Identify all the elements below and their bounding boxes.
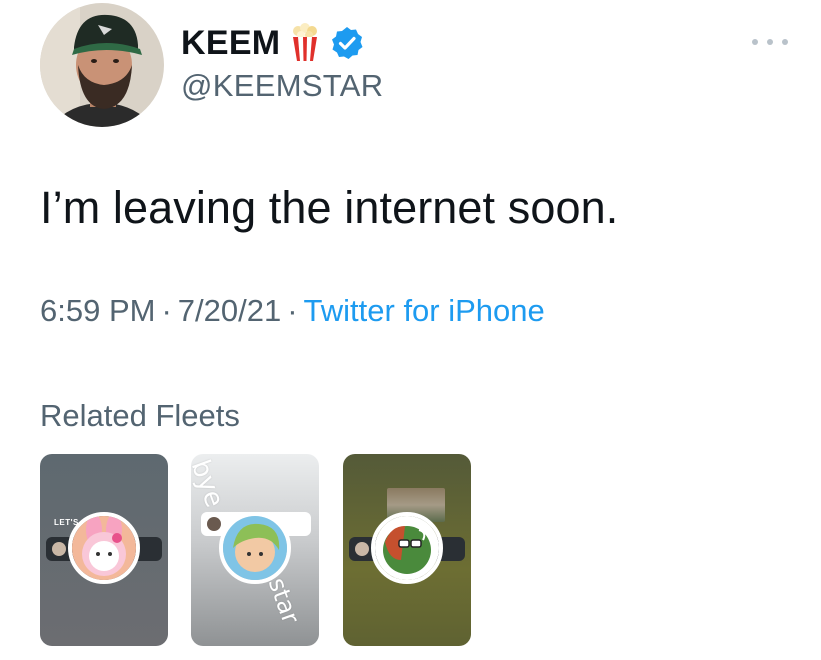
tweet-date[interactable]: 7/20/21 xyxy=(178,293,281,328)
profile-photo xyxy=(40,3,164,127)
fleet-card-1[interactable]: LET'S xyxy=(40,454,168,646)
more-options-button[interactable] xyxy=(752,30,788,54)
profile-avatar[interactable] xyxy=(40,3,164,127)
green-hair-character-avatar xyxy=(219,512,291,584)
popcorn-icon xyxy=(293,23,318,61)
display-name-row[interactable]: KEEM xyxy=(181,20,364,66)
green-ball-character-avatar xyxy=(371,512,443,584)
fleet-scribble-top: bye xyxy=(191,456,230,512)
more-dot-icon xyxy=(752,39,758,45)
meta-separator: · xyxy=(161,293,172,328)
verified-badge-icon xyxy=(332,27,363,59)
related-fleets-title: Related Fleets xyxy=(40,398,240,433)
tweet-source-link[interactable]: Twitter for iPhone xyxy=(304,293,545,328)
fleet-card-2[interactable]: bye star xyxy=(191,454,319,646)
meta-separator: · xyxy=(287,293,298,328)
more-dot-icon xyxy=(767,39,773,45)
display-name[interactable]: KEEM xyxy=(181,24,280,63)
tweet-detail-page: KEEM @KEEMSTAR I’m leaving the internet … xyxy=(0,0,821,660)
user-handle[interactable]: @KEEMSTAR xyxy=(181,68,383,104)
more-dot-icon xyxy=(782,39,788,45)
fleet-scribble-bottom: star xyxy=(262,574,305,628)
tweet-text: I’m leaving the internet soon. xyxy=(40,182,619,233)
fleet-card-3[interactable] xyxy=(343,454,471,646)
tweet-time[interactable]: 6:59 PM xyxy=(40,293,155,328)
pink-character-avatar xyxy=(68,512,140,584)
tweet-meta: 6:59 PM · 7/20/21 · Twitter for iPhone xyxy=(40,293,545,329)
